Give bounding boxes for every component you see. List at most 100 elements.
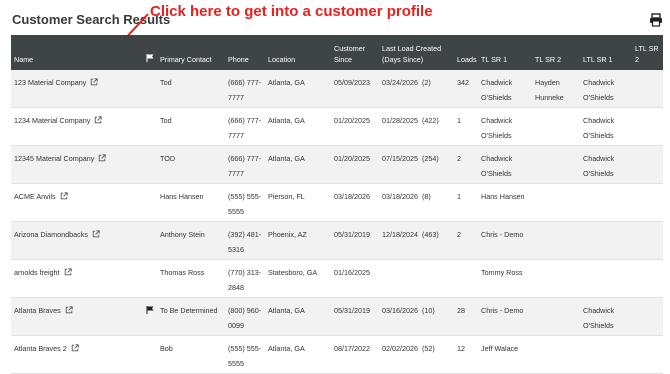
cell-primary-contact: Tod xyxy=(157,70,225,108)
cell-name: Atlanta Braves 2 xyxy=(11,335,143,374)
cell-last-load: 03/16/2026 (10) xyxy=(379,297,454,336)
customer-name-link[interactable]: 12345 Material Company xyxy=(14,154,94,163)
cell-customer-since: 03/18/2026 xyxy=(331,183,379,222)
last-load-days: (10) xyxy=(421,306,435,315)
customer-name-link[interactable]: Arizona Diamondbacks xyxy=(14,230,88,239)
cell-primary-contact: Bob xyxy=(157,335,225,374)
table-row[interactable]: Atlanta Braves 2 Bob (555) 555-5555 Atlanta… xyxy=(11,335,663,374)
cell-ltl-sr-1 xyxy=(580,259,632,298)
last-load-days: (422) xyxy=(421,116,439,125)
customer-name-link[interactable]: 123 Material Company xyxy=(14,78,86,87)
cell-ltl-sr-2 xyxy=(632,259,663,298)
cell-name: 1234 Material Company xyxy=(11,107,143,146)
cell-name: arnolds freight xyxy=(11,259,143,298)
table-row[interactable]: 1234 Material Company Tod (666) 777-7777 At… xyxy=(11,107,663,146)
external-link-icon[interactable] xyxy=(60,190,68,205)
cell-primary-contact: To Be Determined xyxy=(157,297,225,336)
column-header-last-load[interactable]: Last Load Created (Days Since) xyxy=(379,35,454,70)
table-row[interactable]: arnolds freight Thomas Ross (770) 313-2848… xyxy=(11,259,663,298)
annotation-callout: Click here to get into a customer profil… xyxy=(150,3,433,20)
external-link-icon[interactable] xyxy=(92,228,100,243)
cell-ltl-sr-2 xyxy=(632,297,663,336)
column-header-name[interactable]: Name xyxy=(11,35,143,70)
table-row[interactable]: ACME Anvils Hans Hansen (555) 555-5555 Pier… xyxy=(11,183,663,222)
external-link-icon[interactable] xyxy=(98,152,106,167)
cell-customer-since: 01/20/2025 xyxy=(331,145,379,184)
cell-ltl-sr-2 xyxy=(632,107,663,146)
last-load-days: (463) xyxy=(421,230,439,239)
column-header-flag[interactable] xyxy=(143,35,157,70)
customer-name-link[interactable]: Atlanta Braves xyxy=(14,306,61,315)
cell-flag xyxy=(143,145,157,184)
cell-ltl-sr-2 xyxy=(632,145,663,184)
cell-ltl-sr-1: Chadwick O'Shields xyxy=(580,70,632,108)
cell-loads xyxy=(454,259,478,298)
cell-ltl-sr-1: Chadwick O'Shields xyxy=(580,297,632,336)
cell-customer-since: 05/31/2019 xyxy=(331,221,379,260)
last-load-date: 12/18/2024 xyxy=(382,230,418,239)
column-header-tl-sr-2[interactable]: TL SR 2 xyxy=(532,35,580,70)
last-load-days: (2) xyxy=(421,78,431,87)
cell-ltl-sr-2 xyxy=(632,335,663,374)
column-header-primary-contact[interactable]: Primary Contact xyxy=(157,35,225,70)
column-header-tl-sr-1[interactable]: TL SR 1 xyxy=(478,35,532,70)
cell-primary-contact: Hans Hansen xyxy=(157,183,225,222)
column-header-location[interactable]: Location xyxy=(265,35,331,70)
cell-flag xyxy=(143,107,157,146)
column-header-phone[interactable]: Phone xyxy=(225,35,265,70)
cell-tl-sr-2 xyxy=(532,221,580,260)
external-link-icon[interactable] xyxy=(65,304,73,319)
column-header-ltl-sr-1[interactable]: LTL SR 1 xyxy=(580,35,632,70)
customer-name-link[interactable]: 1234 Material Company xyxy=(14,116,90,125)
cell-tl-sr-1: Hans Hansen xyxy=(478,183,532,222)
cell-location: Atlanta, GA xyxy=(265,107,331,146)
cell-customer-since: 08/17/2022 xyxy=(331,335,379,374)
customer-name-link[interactable]: ACME Anvils xyxy=(14,192,56,201)
cell-last-load xyxy=(379,259,454,298)
cell-loads: 2 xyxy=(454,145,478,184)
cell-flag xyxy=(143,183,157,222)
cell-customer-since: 01/16/2025 xyxy=(331,259,379,298)
cell-customer-since: 05/09/2023 xyxy=(331,70,379,108)
cell-location: Atlanta, GA xyxy=(265,297,331,336)
cell-ltl-sr-2 xyxy=(632,70,663,108)
cell-phone: (392) 481-5316 xyxy=(225,221,265,260)
cell-phone: (800) 960-0099 xyxy=(225,297,265,336)
cell-tl-sr-2 xyxy=(532,259,580,298)
column-header-customer-since[interactable]: Customer Since xyxy=(331,35,379,70)
external-link-icon[interactable] xyxy=(94,114,102,129)
customer-name-link[interactable]: arnolds freight xyxy=(14,268,60,277)
flag-icon xyxy=(146,304,154,319)
last-load-date: 03/16/2026 xyxy=(382,306,418,315)
cell-location: Atlanta, GA xyxy=(265,70,331,108)
table-row[interactable]: 12345 Material Company TOD (666) 777-7777 A… xyxy=(11,145,663,184)
customer-name-link[interactable]: Atlanta Braves 2 xyxy=(14,344,67,353)
cell-phone: (555) 555-5555 xyxy=(225,183,265,222)
last-load-date: 03/24/2026 xyxy=(382,78,418,87)
print-icon[interactable] xyxy=(649,13,663,27)
last-load-days: (8) xyxy=(421,192,431,201)
cell-loads: 2 xyxy=(454,221,478,260)
column-header-loads[interactable]: Loads xyxy=(454,35,478,70)
cell-loads: 1 xyxy=(454,183,478,222)
cell-name: 12345 Material Company xyxy=(11,145,143,184)
external-link-icon[interactable] xyxy=(90,76,98,91)
external-link-icon[interactable] xyxy=(64,266,72,281)
cell-tl-sr-2: Hayden Hunneke xyxy=(532,70,580,108)
table-row[interactable]: 123 Material Company Tod (666) 777-7777 Atl… xyxy=(11,70,663,108)
customer-results-table: Name Primary Contact Phone Location Cust… xyxy=(11,35,663,374)
table-row[interactable]: Arizona Diamondbacks Anthony Stein (392) 4… xyxy=(11,221,663,260)
cell-tl-sr-1: Chris - Demo xyxy=(478,221,532,260)
cell-ltl-sr-1 xyxy=(580,335,632,374)
external-link-icon[interactable] xyxy=(71,342,79,357)
cell-location: Atlanta, GA xyxy=(265,145,331,184)
cell-loads: 28 xyxy=(454,297,478,336)
cell-phone: (770) 313-2848 xyxy=(225,259,265,298)
cell-customer-since: 01/20/2025 xyxy=(331,107,379,146)
cell-location: Statesboro, GA xyxy=(265,259,331,298)
cell-tl-sr-2 xyxy=(532,145,580,184)
column-header-ltl-sr-2[interactable]: LTL SR 2 xyxy=(632,35,663,70)
cell-last-load: 02/02/2026 (52) xyxy=(379,335,454,374)
cell-last-load: 01/28/2025 (422) xyxy=(379,107,454,146)
table-row[interactable]: Atlanta Braves To Be Determined (800) 960-… xyxy=(11,297,663,336)
